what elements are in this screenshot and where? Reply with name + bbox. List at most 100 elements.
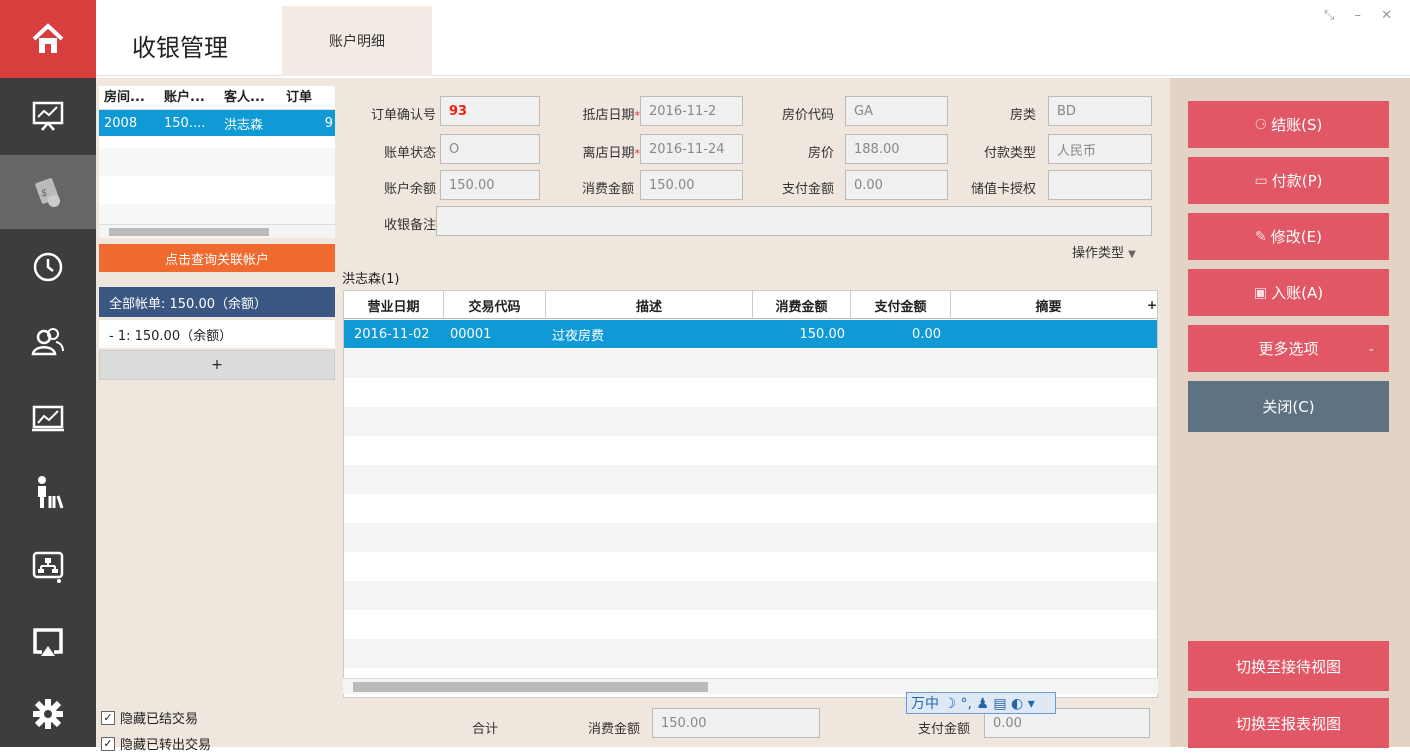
home-icon[interactable] (0, 0, 96, 78)
pay-type-field[interactable]: 人民币 (1048, 134, 1152, 164)
checkout-button[interactable]: ⚆ 结账(S) (1188, 101, 1389, 148)
sub-account-row[interactable]: - 1: 150.00（余额） (99, 320, 335, 348)
order-no-field[interactable]: 93 (440, 96, 540, 126)
room-type-field[interactable]: BD (1048, 96, 1152, 126)
display-icon[interactable] (0, 605, 96, 679)
action-panel: ⚆ 结账(S) ▭ 付款(P) ✎ 修改(E) ▣ 入账(A) 更多选项 ⌄ 关闭(C) … (1170, 78, 1410, 748)
add-account-button[interactable]: + (99, 350, 335, 380)
empty-row (344, 349, 1157, 378)
hide-transferred-checkbox[interactable]: ✓ 隐藏已转出交易 (101, 734, 211, 753)
wallet-icon: ▭ (1254, 172, 1268, 189)
guest-group-label: 洪志森(1) (342, 272, 400, 287)
column-guest[interactable]: 客人... (219, 86, 281, 109)
add-column-icon[interactable]: + (1146, 291, 1157, 319)
account-grid: 房间... 账户... 客人... 订单 2008 150.... 洪志森 9 (99, 86, 335, 238)
blank-row (99, 148, 335, 176)
empty-row (344, 639, 1157, 668)
account-list-panel: 房间... 账户... 客人... 订单 2008 150.... 洪志森 9 … (96, 78, 340, 753)
departure-date-text: 离店日期 (582, 146, 635, 161)
scroll-thumb[interactable] (109, 228, 269, 236)
departure-date-label: 离店日期* (552, 142, 640, 161)
departure-date-field[interactable]: 2016-11-24 (640, 134, 743, 164)
clock-icon[interactable] (0, 230, 96, 304)
column-summary[interactable]: 摘要 (951, 291, 1146, 319)
column-business-date[interactable]: 营业日期 (344, 291, 444, 319)
account-row[interactable]: 2008 150.... 洪志森 9 (99, 110, 335, 136)
column-room[interactable]: 房间... (99, 86, 159, 109)
all-accounts-bar[interactable]: 全部帐单: 150.00（余额） (99, 287, 335, 317)
card-auth-field[interactable] (1048, 170, 1152, 200)
total-consume-label: 消费金额 (587, 722, 640, 737)
close-button[interactable]: 关闭(C) (1188, 381, 1389, 432)
paid-label: 支付金额 (781, 182, 834, 197)
presentation-icon[interactable] (0, 78, 96, 152)
modify-button[interactable]: ✎ 修改(E) (1188, 213, 1389, 260)
rate-field[interactable]: 188.00 (845, 134, 948, 164)
consume-field[interactable]: 150.00 (640, 170, 743, 200)
network-icon[interactable] (0, 530, 96, 604)
consume-label: 消费金额 (581, 182, 634, 197)
cell-consume: 150.00 (799, 326, 846, 342)
users-icon[interactable] (0, 305, 96, 379)
cell-paid: 0.00 (912, 326, 941, 342)
column-consume[interactable]: 消费金额 (753, 291, 851, 319)
column-trans-code[interactable]: 交易代码 (444, 291, 546, 319)
column-order[interactable]: 订单 (281, 86, 335, 109)
order-no-label: 订单确认号 (370, 108, 436, 123)
transaction-grid-header: 营业日期 交易代码 描述 消费金额 支付金额 摘要 + (344, 291, 1157, 319)
hide-transferred-label: 隐藏已转出交易 (120, 738, 212, 753)
side-nav: $ (0, 0, 96, 747)
gear-icon[interactable] (0, 680, 96, 747)
window-controls[interactable]: ⤡ – ✕ (1324, 8, 1400, 23)
cell-account: 150.... (164, 115, 206, 131)
arrival-date-field[interactable]: 2016-11-2 (640, 96, 743, 126)
arrival-date-text: 抵店日期 (582, 108, 635, 123)
arrival-date-label: 抵店日期* (552, 104, 640, 123)
remark-field[interactable] (436, 206, 1152, 236)
rate-label: 房价 (807, 146, 834, 161)
checkout-label: 结账(S) (1271, 116, 1323, 134)
cell-code: 00001 (450, 326, 492, 342)
column-paid[interactable]: 支付金额 (851, 291, 951, 319)
svg-text:$: $ (41, 188, 47, 199)
balance-field[interactable]: 150.00 (440, 170, 540, 200)
post-icon: ▣ (1253, 284, 1268, 301)
chevron-down-icon: ▼ (1128, 249, 1136, 260)
hide-settled-checkbox[interactable]: ✓ 隐藏已结交易 (101, 708, 198, 727)
operation-type-dropdown[interactable]: 操作类型 ▼ (1072, 242, 1136, 261)
bellboy-icon[interactable] (0, 455, 96, 529)
rate-code-field[interactable]: GA (845, 96, 948, 126)
horizontal-scrollbar[interactable] (99, 224, 335, 238)
scroll-thumb[interactable] (353, 682, 708, 692)
column-description[interactable]: 描述 (546, 291, 753, 319)
empty-row (344, 523, 1157, 552)
checkmark-icon[interactable]: ✓ (101, 736, 115, 751)
card-auth-label: 储值卡授权 (970, 182, 1036, 197)
switch-reception-view-button[interactable]: 切换至接待视图 (1188, 641, 1389, 691)
query-linked-accounts-button[interactable]: 点击查询关联帐户 (99, 244, 335, 272)
room-type-label: 房类 (1009, 108, 1036, 123)
more-options-button[interactable]: 更多选项 ⌄ (1188, 325, 1389, 372)
checkout-icon: ⚆ (1254, 116, 1268, 133)
cell-room: 2008 (104, 115, 138, 131)
total-consume-field[interactable]: 150.00 (652, 708, 820, 738)
post-button[interactable]: ▣ 入账(A) (1188, 269, 1389, 316)
checkmark-icon[interactable]: ✓ (101, 710, 115, 725)
switch-report-view-button[interactable]: 切换至报表视图 (1188, 698, 1389, 748)
transaction-row[interactable]: 2016-11-02 00001 过夜房费 150.00 0.00 (344, 320, 1157, 348)
chart-icon[interactable] (0, 380, 96, 454)
empty-row (344, 407, 1157, 436)
cashier-icon[interactable]: $ (0, 155, 96, 229)
paid-field[interactable]: 0.00 (845, 170, 948, 200)
status-field[interactable]: O (440, 134, 540, 164)
account-detail-panel: 订单确认号 93 抵店日期* 2016-11-2 房价代码 GA 房类 BD 账… (340, 78, 1170, 747)
operation-type-label: 操作类型 (1072, 246, 1125, 261)
empty-row (344, 465, 1157, 494)
pay-type-label: 付款类型 (983, 146, 1036, 161)
column-account[interactable]: 账户... (159, 86, 219, 109)
ime-toolbar[interactable]: 万中 ☽ °, ♟ ▤ ◐ ▾ (906, 692, 1056, 714)
empty-row (344, 581, 1157, 610)
payment-button[interactable]: ▭ 付款(P) (1188, 157, 1389, 204)
chevron-down-icon: ⌄ (1367, 343, 1375, 354)
tab-account-detail[interactable]: 账户明细 (282, 6, 432, 76)
